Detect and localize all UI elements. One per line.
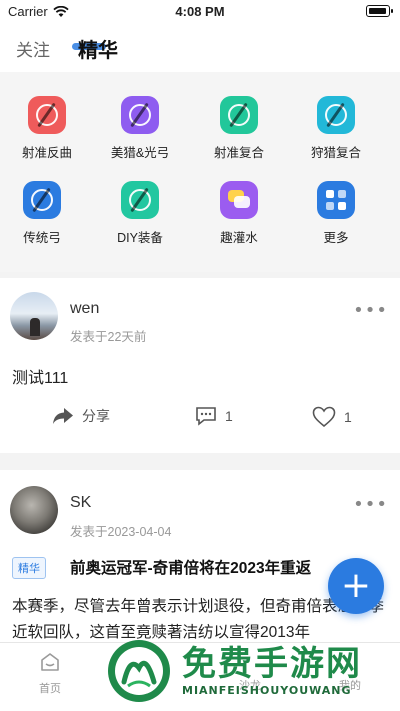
chat-bubbles-icon: [220, 181, 258, 219]
post-username[interactable]: wen: [70, 300, 99, 318]
diy-gear-icon: [121, 181, 159, 219]
plus-icon: +: [340, 565, 372, 606]
post-username[interactable]: SK: [70, 494, 91, 512]
watermark-subtitle: MIANFEISHOUYOUWANG: [182, 684, 352, 697]
post-card[interactable]: wen 发表于22天前 ••• 测试111 分享 1 1: [0, 278, 400, 453]
category-item-hunting-compound[interactable]: 狩猎复合: [291, 96, 381, 161]
more-options-icon[interactable]: •••: [353, 494, 388, 515]
avatar[interactable]: [10, 486, 58, 534]
like-count: 1: [344, 409, 352, 425]
category-label: 射准反曲: [21, 146, 72, 160]
category-label: 美猎&光弓: [110, 146, 170, 160]
battery-icon: [366, 5, 393, 17]
heart-icon: [312, 406, 336, 428]
category-item-chat[interactable]: 趣灌水: [194, 181, 284, 246]
more-options-icon[interactable]: •••: [353, 300, 388, 321]
more-grid-icon: [317, 181, 355, 219]
category-item-traditional[interactable]: 传统弓: [0, 181, 87, 246]
post-card[interactable]: SK 发表于2023-04-04 ••• 精华 前奥运冠军-奇甫倍将在2023年…: [0, 470, 400, 642]
status-time: 4:08 PM: [175, 4, 225, 19]
watermark-title: 免费手游网: [182, 644, 362, 684]
category-label: 狩猎复合: [310, 146, 361, 160]
category-item-recurve[interactable]: 射准反曲: [2, 96, 92, 161]
avatar[interactable]: [10, 292, 58, 340]
share-button[interactable]: 分享: [52, 406, 110, 426]
home-icon: [41, 653, 59, 671]
category-label: DIY装备: [117, 231, 163, 245]
tab-featured-label: 精华: [78, 39, 118, 62]
comment-icon: [196, 407, 216, 426]
comment-count: 1: [225, 408, 233, 424]
category-item-diy[interactable]: DIY装备: [95, 181, 185, 246]
app-screen: Carrier 4:08 PM 关注 精华 射准反曲 美猎&光弓 射准复合 狩猎…: [0, 0, 400, 711]
traditional-bow-icon: [23, 181, 61, 219]
share-icon: [53, 408, 73, 424]
post-time: 发表于22天前: [70, 330, 147, 344]
tab-follow[interactable]: 关注: [16, 36, 50, 61]
category-label: 射准复合: [213, 146, 264, 160]
category-item-compound[interactable]: 射准复合: [194, 96, 284, 161]
share-label: 分享: [82, 408, 110, 424]
like-button[interactable]: 1: [312, 406, 352, 428]
tab-featured[interactable]: 精华: [72, 34, 118, 63]
category-item-longbow[interactable]: 美猎&光弓: [95, 96, 185, 161]
create-post-button[interactable]: +: [328, 558, 384, 614]
status-bar: Carrier 4:08 PM: [0, 0, 400, 24]
longbow-icon: [121, 96, 159, 134]
compound-bow-icon: [220, 96, 258, 134]
nav-home[interactable]: 首页: [20, 651, 80, 696]
category-label: 更多: [323, 231, 349, 245]
category-item-more[interactable]: 更多: [291, 181, 381, 246]
category-label: 趣灌水: [220, 231, 258, 245]
post-actions: 分享 1 1: [0, 406, 400, 436]
recurve-bow-icon: [28, 96, 66, 134]
watermark-logo: [108, 640, 170, 702]
post-title[interactable]: 前奥运冠军-奇甫倍将在2023年重返: [70, 556, 311, 578]
nav-home-label: 首页: [39, 683, 61, 695]
category-grid: 射准反曲 美猎&光弓 射准复合 狩猎复合 传统弓 DIY装备 趣灌水 更多: [0, 72, 400, 272]
post-time: 发表于2023-04-04: [70, 525, 172, 539]
featured-badge: 精华: [12, 557, 46, 579]
post-text[interactable]: 测试111: [12, 364, 68, 388]
watermark: 免费手游网 MIANFEISHOUYOUWANG: [100, 632, 400, 711]
hunting-compound-icon: [317, 96, 355, 134]
category-label: 传统弓: [23, 231, 61, 245]
top-tabs: 关注 精华: [0, 24, 400, 72]
comment-button[interactable]: 1: [195, 406, 233, 426]
